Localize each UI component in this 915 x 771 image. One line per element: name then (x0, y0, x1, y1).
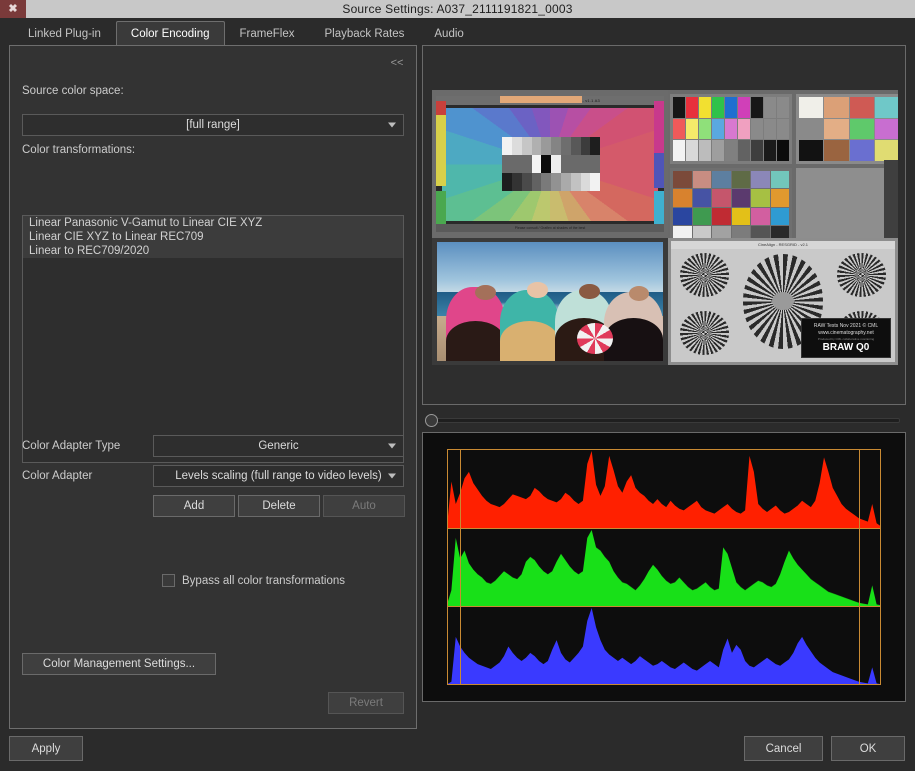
color-adapter-type-label: Color Adapter Type (22, 440, 121, 452)
scrubber-track[interactable] (436, 417, 900, 423)
color-management-settings-button[interactable]: Color Management Settings... (22, 653, 216, 675)
list-item[interactable]: Linear CIE XYZ to Linear REC709 (23, 230, 403, 244)
tab-frameflex[interactable]: FrameFlex (225, 21, 310, 46)
color-transformations-list[interactable]: Linear Panasonic V-Gamut to Linear CIE X… (22, 215, 404, 463)
window-title-bar: ✖ Source Settings: A037_2111191821_0003 (0, 0, 915, 18)
add-button[interactable]: Add (153, 495, 235, 517)
color-encoding-panel: << Source color space: [full range] Colo… (9, 45, 417, 729)
histogram-guide-left (460, 449, 462, 685)
bypass-transformations-checkbox-row[interactable]: Bypass all color transformations (162, 574, 345, 587)
slate-card: RAW Tests Nov 2021 © CML www.cinematogra… (801, 318, 891, 358)
slate-line-2: www.cinematography.net (818, 330, 874, 336)
source-color-space-select[interactable]: [full range] (22, 114, 404, 136)
color-adapter-label: Color Adapter (22, 470, 93, 482)
preview-scrubber[interactable] (422, 412, 906, 428)
preview-chroma-chart: CineAlign - ChromaMatch Geo - 7802828 - … (432, 90, 668, 238)
histogram-divider-2 (447, 606, 881, 608)
slate-line-4: BRAW Q0 (822, 342, 870, 353)
source-color-space-label: Source color space: (22, 85, 124, 97)
preview-beach-portrait (432, 238, 668, 365)
tab-bar: Linked Plug-in Color Encoding FrameFlex … (0, 18, 915, 46)
preview-resolution-chart: CineAlign - RESGRID - v2.1 RAW Tests Nov… (668, 238, 898, 365)
histogram-plot-area (447, 449, 881, 685)
slate-line-1: RAW Tests Nov 2021 © CML (813, 323, 879, 329)
histogram-band-red (447, 449, 881, 528)
color-adapter-select[interactable]: Levels scaling (full range to video leve… (153, 465, 404, 487)
chroma-chart-footer: Please consult / Graflex at shades of th… (436, 224, 664, 232)
color-adapter-value: Levels scaling (full range to video leve… (175, 470, 382, 482)
color-adapter-type-value: Generic (258, 440, 299, 452)
slate-line-3: Produced by CML collaborative monitoring (817, 337, 875, 341)
chevron-down-icon (388, 122, 396, 128)
delete-button[interactable]: Delete (238, 495, 320, 517)
tab-playback-rates[interactable]: Playback Rates (309, 21, 419, 46)
window-title: Source Settings: A037_2111191821_0003 (342, 2, 573, 16)
preview-panel: CineAlign - ChromaMatch Geo - 7802828 - … (422, 45, 906, 405)
bypass-transformations-checkbox[interactable] (162, 574, 175, 587)
tab-audio[interactable]: Audio (419, 21, 478, 46)
histogram-guide-right (859, 449, 861, 685)
rgb-histogram-panel[interactable] (422, 432, 906, 702)
apply-button[interactable]: Apply (9, 736, 83, 761)
list-item[interactable]: Linear Panasonic V-Gamut to Linear CIE X… (23, 216, 403, 230)
revert-button[interactable]: Revert (328, 692, 404, 714)
ok-button[interactable]: OK (831, 736, 905, 761)
collapse-panel-button[interactable]: << (386, 54, 408, 72)
histogram-band-green (447, 527, 881, 607)
chevron-down-icon (388, 443, 396, 449)
preview-image[interactable]: CineAlign - ChromaMatch Geo - 7802828 - … (432, 90, 898, 365)
tab-linked-plugin[interactable]: Linked Plug-in (13, 21, 116, 46)
close-icon[interactable]: ✖ (0, 0, 26, 18)
histogram-divider-1 (447, 527, 881, 529)
grayscale-patches (502, 136, 601, 192)
tab-color-encoding[interactable]: Color Encoding (115, 21, 225, 46)
chevron-down-icon (388, 473, 396, 479)
cancel-button[interactable]: Cancel (744, 736, 823, 761)
auto-button[interactable]: Auto (323, 495, 405, 517)
scrubber-handle[interactable] (425, 413, 438, 427)
color-transformations-label: Color transformations: (22, 144, 136, 156)
source-color-space-value: [full range] (186, 119, 240, 131)
preview-color-checkers (668, 90, 898, 238)
list-item[interactable]: Linear to REC709/2020 (23, 244, 403, 258)
histogram-band-blue (447, 606, 881, 685)
color-adapter-type-select[interactable]: Generic (153, 435, 404, 457)
bypass-transformations-label: Bypass all color transformations (182, 574, 345, 587)
resolution-chart-header: CineAlign - RESGRID - v2.1 (671, 241, 895, 249)
